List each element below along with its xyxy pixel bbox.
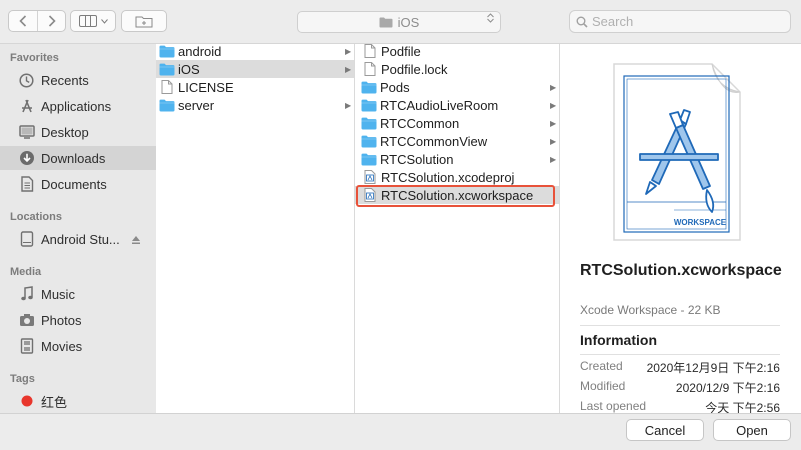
column-1: android ▶ iOS ▶ LICENSE server ▶	[156, 44, 355, 413]
sidebar-item-desktop[interactable]: Desktop	[0, 120, 156, 144]
divider	[580, 354, 780, 355]
documents-icon	[18, 176, 35, 193]
path-popup-label: iOS	[397, 14, 420, 30]
open-button[interactable]: Open	[713, 419, 791, 441]
xcode-project-icon	[362, 170, 378, 184]
chevron-down-icon	[100, 18, 108, 24]
tag-dot-icon	[18, 393, 35, 410]
list-item-rtccommon[interactable]: RTCCommon ▶	[355, 114, 559, 132]
new-folder-button[interactable]	[121, 10, 167, 32]
downloads-icon	[18, 150, 35, 167]
folder-icon	[159, 44, 175, 58]
list-item-rtcsolution-xcodeproj[interactable]: RTCSolution.xcodeproj	[355, 168, 559, 186]
search-field[interactable]	[569, 10, 791, 33]
sidebar-item-android-studio[interactable]: Android Stu...	[0, 227, 156, 251]
preview-pane: WORKSPACE RTCSolution.xcworkspace Xcode …	[560, 44, 801, 413]
disclosure-arrow-icon: ▶	[345, 64, 352, 74]
view-mode-button[interactable]	[70, 10, 116, 32]
folder-icon	[361, 98, 377, 112]
disclosure-arrow-icon: ▶	[550, 100, 557, 110]
new-folder-icon	[135, 16, 153, 27]
disclosure-arrow-icon: ▶	[550, 82, 557, 92]
cancel-button[interactable]: Cancel	[626, 419, 704, 441]
column-view-icon	[78, 15, 97, 27]
disclosure-arrow-icon: ▶	[550, 154, 557, 164]
folder-icon	[159, 98, 175, 112]
file-icon	[362, 44, 378, 58]
disk-icon	[18, 231, 35, 248]
chevron-right-icon	[48, 15, 56, 27]
sidebar-section-tags: Tags	[10, 373, 35, 385]
meta-row-last-opened: Last opened 今天 下午2:56	[580, 399, 780, 413]
desktop-icon	[18, 124, 35, 141]
file-icon	[159, 80, 175, 94]
search-input[interactable]	[592, 14, 772, 29]
folder-icon	[361, 80, 377, 94]
path-popup[interactable]: iOS	[297, 11, 501, 33]
folder-icon	[361, 116, 377, 130]
sidebar-item-music[interactable]: Music	[0, 282, 156, 306]
sidebar-item-tag-red[interactable]: 红色	[0, 389, 156, 413]
column-2: Podfile Podfile.lock Pods ▶ RTCAudioLive…	[355, 44, 560, 413]
list-item-rtcsolution[interactable]: RTCSolution ▶	[355, 150, 559, 168]
workspace-file-icon: WORKSPACE	[613, 63, 741, 241]
list-item-rtcsolution-xcworkspace[interactable]: RTCSolution.xcworkspace	[355, 186, 559, 204]
list-item-podfile-lock[interactable]: Podfile.lock	[355, 60, 559, 78]
list-item-pods[interactable]: Pods ▶	[355, 78, 559, 96]
disclosure-arrow-icon: ▶	[345, 46, 352, 56]
bottom-bar: Cancel Open	[0, 413, 801, 450]
list-item-license[interactable]: LICENSE	[156, 78, 354, 96]
sidebar-section-favorites: Favorites	[10, 52, 59, 64]
eject-icon[interactable]	[131, 233, 141, 248]
file-icon	[362, 62, 378, 76]
disclosure-arrow-icon: ▶	[345, 100, 352, 110]
disclosure-arrow-icon: ▶	[550, 136, 557, 146]
divider	[580, 325, 780, 326]
chevron-left-icon	[19, 15, 27, 27]
list-item-rtcaudioliveroom[interactable]: RTCAudioLiveRoom ▶	[355, 96, 559, 114]
clock-icon	[18, 72, 35, 89]
list-item-rtccommonview[interactable]: RTCCommonView ▶	[355, 132, 559, 150]
back-button[interactable]	[9, 11, 37, 31]
sidebar-section-media: Media	[10, 266, 42, 278]
sidebar-item-recents[interactable]: Recents	[0, 68, 156, 92]
information-heading: Information	[580, 332, 657, 348]
list-item-android[interactable]: android ▶	[156, 44, 354, 60]
sidebar-item-documents[interactable]: Documents	[0, 172, 156, 196]
updown-chevron-icon	[487, 13, 494, 23]
list-item-podfile[interactable]: Podfile	[355, 44, 559, 60]
folder-icon	[159, 62, 175, 76]
back-forward-control	[8, 10, 66, 32]
sidebar-item-downloads[interactable]: Downloads	[0, 146, 156, 170]
meta-row-created: Created 2020年12月9日 下午2:16	[580, 359, 780, 375]
meta-row-modified: Modified 2020/12/9 下午2:16	[580, 379, 780, 395]
sidebar-item-movies[interactable]: Movies	[0, 334, 156, 358]
sidebar-section-locations: Locations	[10, 211, 62, 223]
preview-file-kind: Xcode Workspace - 22 KB	[580, 303, 721, 317]
music-icon	[18, 286, 35, 303]
folder-icon	[379, 17, 393, 27]
svg-text:WORKSPACE: WORKSPACE	[674, 218, 727, 227]
disclosure-arrow-icon: ▶	[550, 118, 557, 128]
sidebar-item-photos[interactable]: Photos	[0, 308, 156, 332]
folder-icon	[361, 152, 377, 166]
camera-icon	[18, 312, 35, 329]
sidebar-item-applications[interactable]: Applications	[0, 94, 156, 118]
folder-icon	[361, 134, 377, 148]
list-item-server[interactable]: server ▶	[156, 96, 354, 114]
preview-file-name: RTCSolution.xcworkspace	[580, 262, 782, 279]
film-icon	[18, 338, 35, 355]
xcode-workspace-icon	[362, 188, 378, 202]
forward-button[interactable]	[37, 11, 65, 31]
search-icon	[576, 16, 588, 28]
list-item-ios[interactable]: iOS ▶	[156, 60, 354, 78]
toolbar: iOS	[0, 0, 801, 44]
applications-icon	[18, 98, 35, 115]
sidebar: Favorites Recents Applications Desktop D…	[0, 44, 156, 413]
